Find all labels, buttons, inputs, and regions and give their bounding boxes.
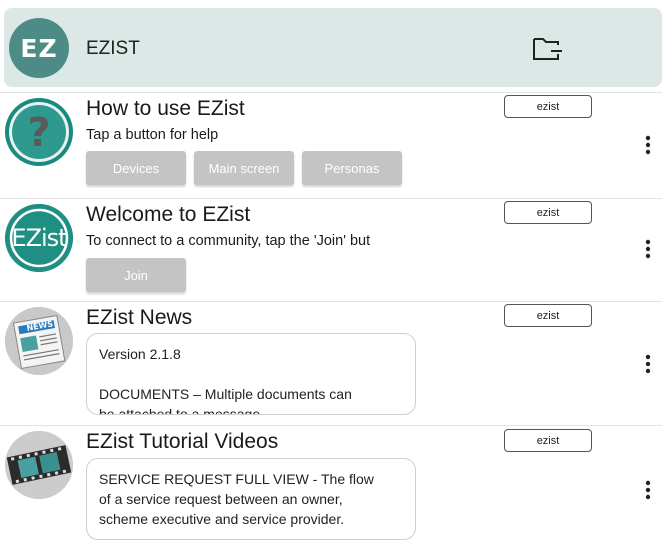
videos-thumbnail — [5, 431, 73, 499]
list-item-news[interactable]: NEWS EZist News ezist Version 2.1.8 DOCU… — [0, 301, 662, 425]
folder-icon — [533, 38, 562, 60]
item-title: EZist News — [86, 306, 193, 329]
item-tag[interactable]: ezist — [504, 429, 592, 452]
item-subtitle: Tap a button for help — [86, 127, 219, 143]
kebab-menu-icon — [645, 135, 651, 155]
app-avatar[interactable]: EZ — [9, 18, 69, 78]
message-preview[interactable]: SERVICE REQUEST FULL VIEW - The flow of … — [86, 458, 416, 540]
join-button[interactable]: Join — [86, 258, 186, 292]
kebab-menu-icon — [645, 480, 651, 500]
more-options-button[interactable] — [638, 130, 658, 160]
item-title: How to use EZist — [86, 97, 245, 120]
news-thumbnail: NEWS — [5, 307, 73, 375]
item-title: Welcome to EZist — [86, 203, 251, 226]
item-tag[interactable]: ezist — [504, 201, 592, 224]
item-title: EZist Tutorial Videos — [86, 430, 279, 453]
list-item-welcome[interactable]: EZist Welcome to EZist To connect to a c… — [0, 198, 662, 301]
kebab-menu-icon — [645, 239, 651, 259]
personas-button[interactable]: Personas — [302, 151, 402, 185]
more-options-button[interactable] — [638, 349, 658, 379]
help-thumbnail: ? — [5, 98, 73, 166]
item-tag[interactable]: ezist — [504, 95, 592, 118]
svg-text:?: ? — [27, 110, 50, 156]
message-preview[interactable]: Version 2.1.8 DOCUMENTS – Multiple docum… — [86, 333, 416, 415]
item-subtitle: To connect to a community, tap the 'Join… — [86, 233, 371, 249]
ezist-logo-thumbnail: EZist — [5, 204, 73, 272]
item-tag[interactable]: ezist — [504, 304, 592, 327]
logo-text: EZist — [11, 224, 67, 252]
app-title: EZIST — [86, 38, 140, 59]
kebab-menu-icon — [645, 354, 651, 374]
question-mark-icon: ? — [9, 102, 69, 162]
main-screen-button[interactable]: Main screen — [194, 151, 294, 185]
app-header: EZ EZIST — [4, 8, 662, 87]
newspaper-icon: NEWS — [5, 307, 73, 375]
list-item-how-to-use[interactable]: ? How to use EZist Tap a button for help… — [0, 92, 662, 198]
film-strip-icon — [5, 431, 73, 499]
folder-button[interactable] — [526, 28, 570, 68]
more-options-button[interactable] — [638, 234, 658, 264]
devices-button[interactable]: Devices — [86, 151, 186, 185]
more-options-button[interactable] — [638, 475, 658, 505]
list-item-tutorial-videos[interactable]: EZist Tutorial Videos ezist SERVICE REQU… — [0, 425, 662, 546]
